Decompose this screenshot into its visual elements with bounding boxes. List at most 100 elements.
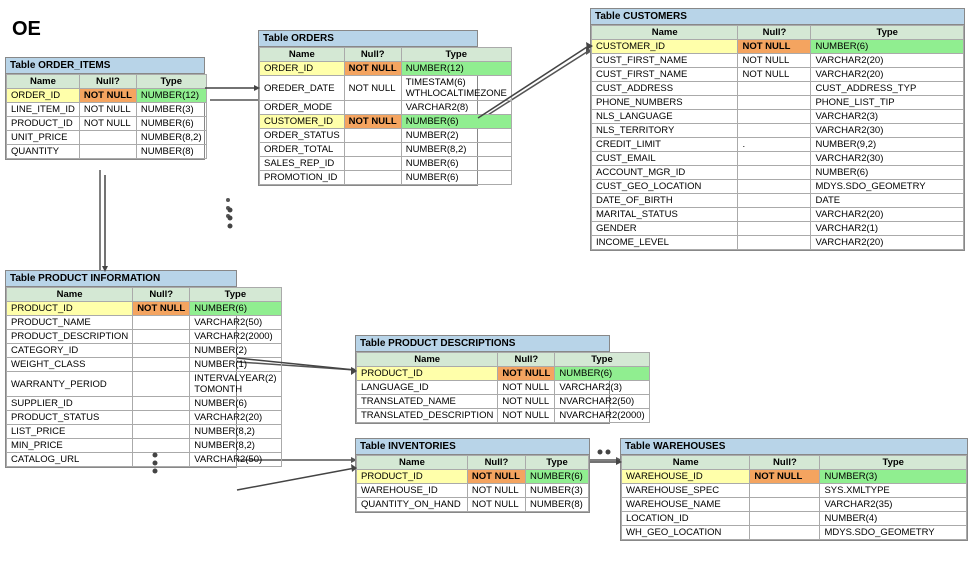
table-row — [79, 145, 136, 159]
table-row: NUMBER(6) — [190, 302, 281, 316]
table-row: CREDIT_LIMIT — [592, 138, 738, 152]
table-row — [738, 96, 811, 110]
table-row: NUMBER(3) — [820, 470, 967, 484]
table-row: . — [738, 138, 811, 152]
table-row: NOT NULL — [498, 381, 555, 395]
table-row: NOT NULL — [344, 62, 401, 76]
table-row: LOCATION_ID — [622, 512, 750, 526]
table-row: VARCHAR2(8) — [401, 101, 511, 115]
col-header-type: Type — [811, 26, 964, 40]
table-row: LIST_PRICE — [7, 425, 133, 439]
table-row: NOT NULL — [79, 89, 136, 103]
col-header-null: Null? — [344, 48, 401, 62]
table-row: PROMOTION_ID — [260, 171, 345, 185]
table-row: PRODUCT_DESCRIPTION — [7, 330, 133, 344]
table-row: NLS_LANGUAGE — [592, 110, 738, 124]
table-row: TIMESTAM(6)WTHLOCALTIMEZONE — [401, 76, 511, 101]
table-orders-title: Table ORDERS — [259, 31, 477, 47]
table-row: ORDER_ID — [7, 89, 80, 103]
table-row: LANGUAGE_ID — [357, 381, 498, 395]
table-row: NUMBER(6) — [190, 397, 281, 411]
col-header-null: Null? — [750, 456, 820, 470]
col-header-null: Null? — [467, 456, 525, 470]
table-row — [79, 131, 136, 145]
table-row: MDYS.SDO_GEOMETRY — [811, 180, 964, 194]
table-row: ORDER_ID — [260, 62, 345, 76]
table-row: SALES_REP_ID — [260, 157, 345, 171]
table-row: DATE — [811, 194, 964, 208]
table-row: NOT NULL — [498, 367, 555, 381]
table-row: SUPPLIER_ID — [7, 397, 133, 411]
table-row: VARCHAR2(50) — [190, 316, 281, 330]
table-row: VARCHAR2(2000) — [190, 330, 281, 344]
table-row: PRODUCT_STATUS — [7, 411, 133, 425]
table-row: CUST_FIRST_NAME — [592, 54, 738, 68]
table-row: QUANTITY_ON_HAND — [357, 498, 468, 512]
table-row: WEIGHT_CLASS — [7, 358, 133, 372]
col-header-null: Null? — [498, 353, 555, 367]
table-row: TRANSLATED_NAME — [357, 395, 498, 409]
table-product-descriptions: Table PRODUCT DESCRIPTIONS Name Null? Ty… — [355, 335, 610, 424]
table-row: CUST_ADDRESS_TYP — [811, 82, 964, 96]
table-row: NUMBER(6) — [401, 171, 511, 185]
col-header-name: Name — [357, 353, 498, 367]
table-row: ACCOUNT_MGR_ID — [592, 166, 738, 180]
table-row: VARCHAR2(30) — [811, 124, 964, 138]
schema-title: OE — [12, 18, 41, 41]
table-row — [750, 498, 820, 512]
table-row: VARCHAR2(50) — [190, 453, 281, 467]
table-row: NUMBER(6) — [555, 367, 649, 381]
table-row: DATE_OF_BIRTH — [592, 194, 738, 208]
table-row: NUMBER(8,2) — [190, 425, 281, 439]
table-row — [738, 180, 811, 194]
table-inventories-title: Table INVENTORIES — [356, 439, 589, 455]
table-row: NUMBER(6) — [401, 115, 511, 129]
table-row: SYS.XMLTYPE — [820, 484, 967, 498]
table-row: NUMBER(6) — [401, 157, 511, 171]
table-row: NUMBER(12) — [401, 62, 511, 76]
table-row: NOT NULL — [467, 484, 525, 498]
table-row: NUMBER(6) — [136, 117, 206, 131]
col-header-type: Type — [401, 48, 511, 62]
table-row: CUST_FIRST_NAME — [592, 68, 738, 82]
table-row: NOT NULL — [467, 470, 525, 484]
col-header-type: Type — [190, 288, 281, 302]
table-row: NOT NULL — [344, 76, 401, 101]
table-row: NOT NULL — [498, 395, 555, 409]
table-inventories: Table INVENTORIES Name Null? Type PRODUC… — [355, 438, 590, 513]
table-row — [344, 101, 401, 115]
table-product-information-title: Table PRODUCT INFORMATION — [6, 271, 236, 287]
table-row — [133, 411, 190, 425]
table-row: WH_GEO_LOCATION — [622, 526, 750, 540]
col-header-null: Null? — [133, 288, 190, 302]
table-row: VARCHAR2(3) — [555, 381, 649, 395]
table-row: WAREHOUSE_ID — [622, 470, 750, 484]
table-row: QUANTITY — [7, 145, 80, 159]
table-row: NUMBER(8) — [526, 498, 589, 512]
table-row: CUST_ADDRESS — [592, 82, 738, 96]
table-row — [738, 110, 811, 124]
col-header-name: Name — [592, 26, 738, 40]
col-header-type: Type — [555, 353, 649, 367]
table-warehouses-title: Table WAREHOUSES — [621, 439, 967, 455]
table-row: NOT NULL — [79, 103, 136, 117]
col-header-type: Type — [526, 456, 589, 470]
table-row: NUMBER(3) — [136, 103, 206, 117]
table-row — [738, 236, 811, 250]
table-row — [738, 152, 811, 166]
table-row — [133, 344, 190, 358]
table-row: CATALOG_URL — [7, 453, 133, 467]
table-row — [133, 453, 190, 467]
table-customers: Table CUSTOMERS Name Null? Type CUSTOMER… — [590, 8, 965, 251]
table-row: VARCHAR2(30) — [811, 152, 964, 166]
table-row — [344, 143, 401, 157]
table-row: INCOME_LEVEL — [592, 236, 738, 250]
table-row: PRODUCT_ID — [7, 117, 80, 131]
table-customers-title: Table CUSTOMERS — [591, 9, 964, 25]
table-row — [738, 208, 811, 222]
table-row: VARCHAR2(20) — [190, 411, 281, 425]
table-row: PRODUCT_NAME — [7, 316, 133, 330]
table-row: VARCHAR2(3) — [811, 110, 964, 124]
table-row — [344, 129, 401, 143]
table-row: PHONE_NUMBERS — [592, 96, 738, 110]
